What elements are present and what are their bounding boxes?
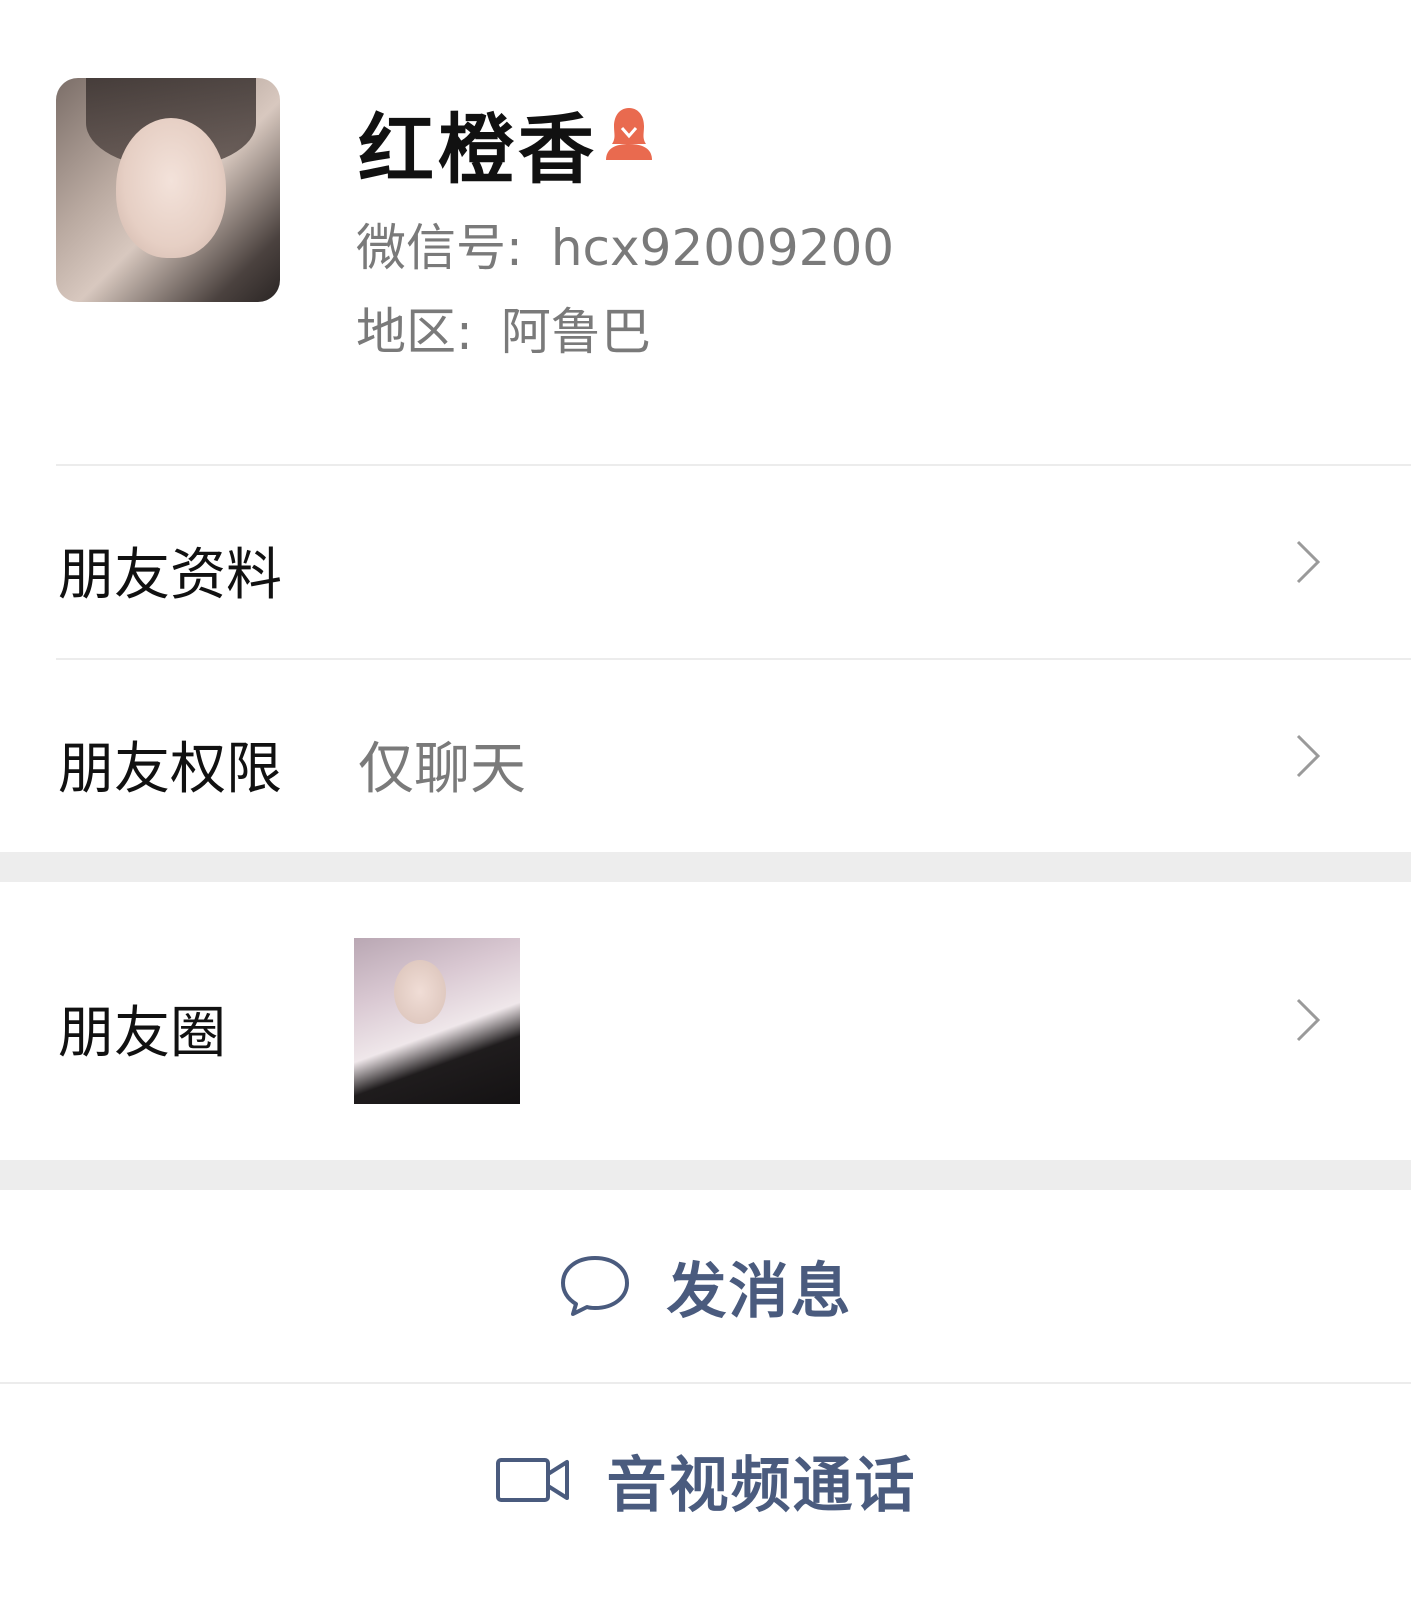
video-call-button[interactable]: 音视频通话 xyxy=(0,1384,1411,1576)
wechat-id-label: 微信号: xyxy=(356,219,523,277)
row-friend-permission[interactable]: 朋友权限 仅聊天 xyxy=(0,660,1411,852)
contact-name: 红橙香 xyxy=(358,105,598,194)
chevron-right-icon xyxy=(1296,998,1321,1042)
section-separator xyxy=(0,1160,1411,1190)
chevron-right-icon xyxy=(1296,540,1321,584)
region-value: 阿鲁巴 xyxy=(500,303,651,361)
moments-thumbnail[interactable] xyxy=(354,938,520,1104)
send-message-button[interactable]: 发消息 xyxy=(0,1190,1411,1382)
wechat-id-value: hcx92009200 xyxy=(550,219,895,277)
region: 地区: 阿鲁巴 xyxy=(356,292,651,364)
wechat-id: 微信号: hcx92009200 xyxy=(356,208,894,280)
chevron-right-icon xyxy=(1296,734,1321,778)
profile-header: 红橙香 微信号: hcx92009200 地区: 阿鲁巴 xyxy=(0,0,1411,474)
row-moments-label: 朋友圈 xyxy=(58,1001,226,1066)
thumbnail-face xyxy=(394,960,446,1024)
row-friend-info-label: 朋友资料 xyxy=(58,543,282,608)
row-friend-info[interactable]: 朋友资料 xyxy=(0,466,1411,658)
send-message-label: 发消息 xyxy=(666,1256,853,1327)
video-camera-icon xyxy=(495,1458,569,1502)
avatar[interactable] xyxy=(56,78,280,302)
row-friend-permission-label: 朋友权限 xyxy=(58,737,282,802)
video-call-label: 音视频通话 xyxy=(606,1450,917,1521)
female-icon xyxy=(606,108,652,160)
avatar-face xyxy=(116,118,226,258)
section-separator xyxy=(0,852,1411,882)
chat-bubble-icon xyxy=(560,1256,629,1316)
row-moments[interactable]: 朋友圈 xyxy=(0,882,1411,1160)
region-label: 地区: xyxy=(356,303,473,361)
row-friend-permission-value: 仅聊天 xyxy=(358,737,526,802)
